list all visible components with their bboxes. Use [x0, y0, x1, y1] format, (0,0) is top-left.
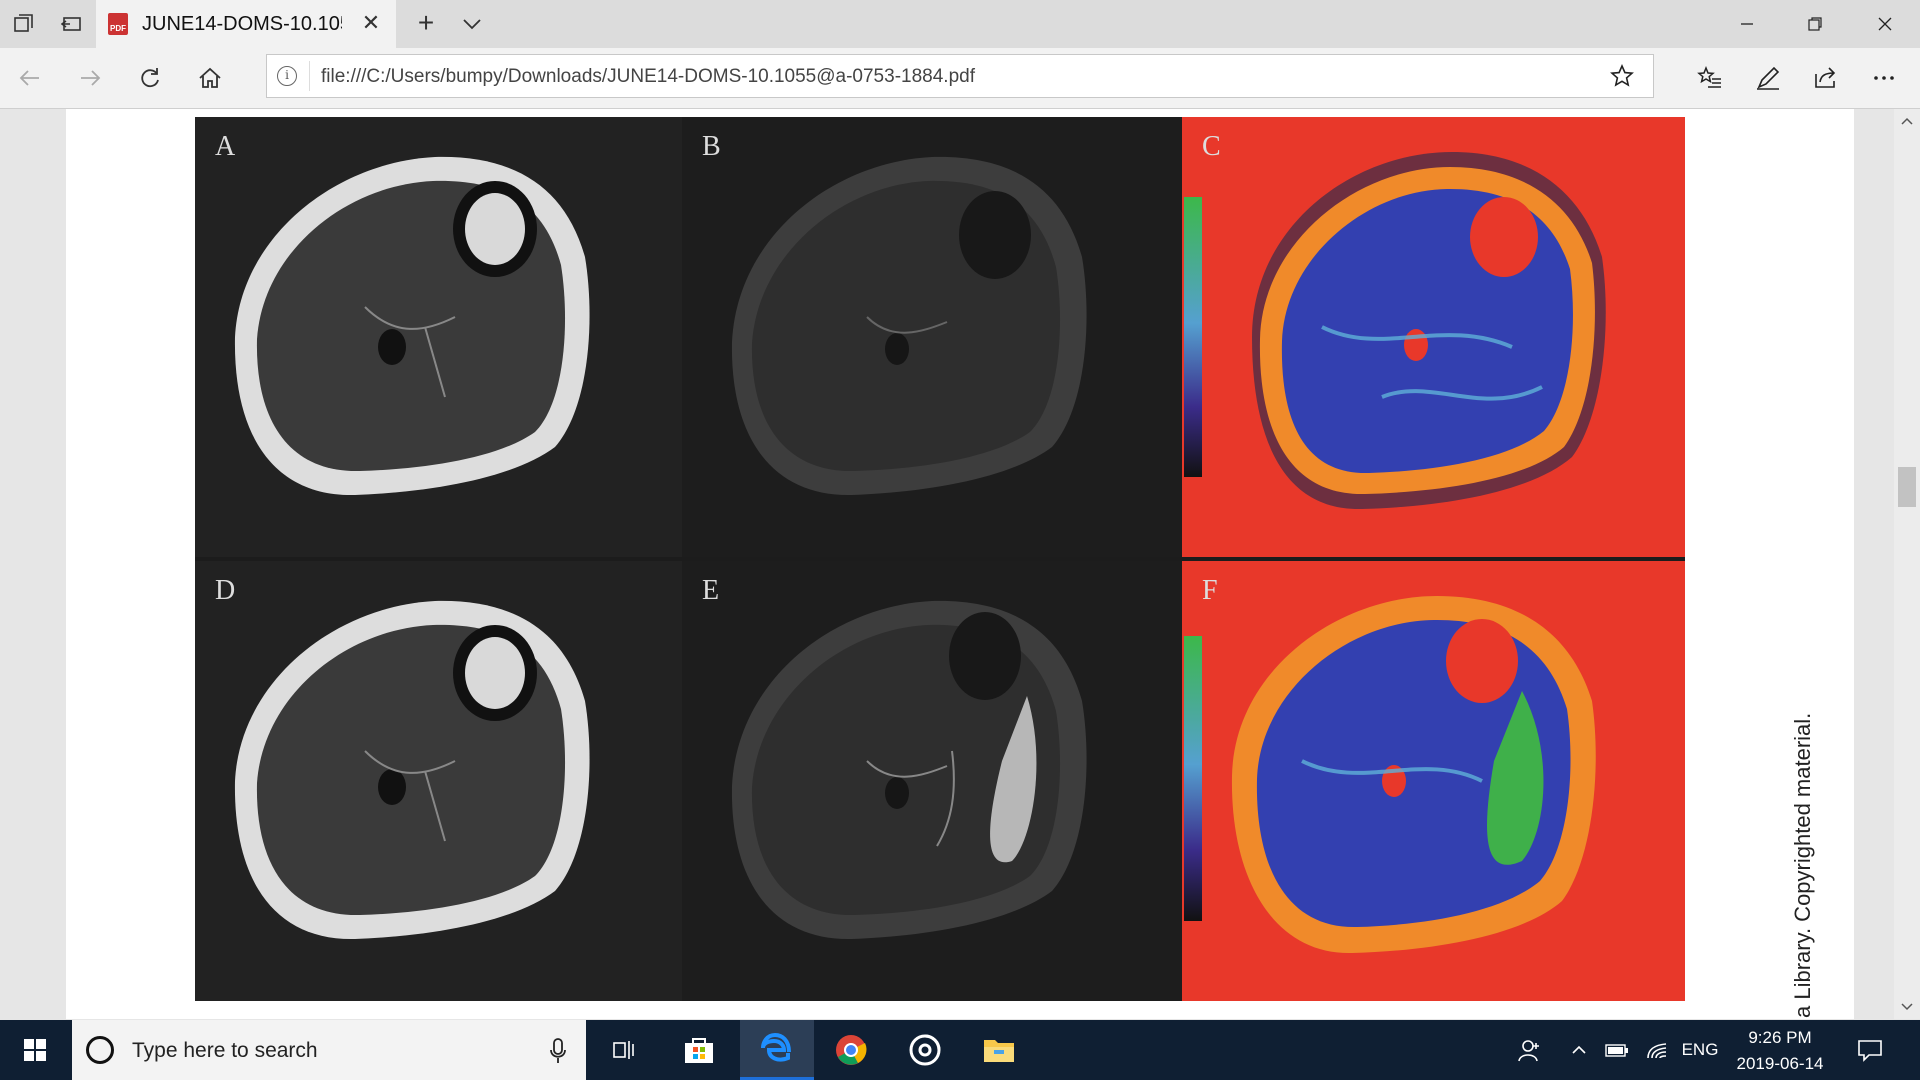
close-window-icon[interactable] — [1862, 8, 1908, 40]
people-icon[interactable] — [1510, 1020, 1550, 1080]
title-bar: PDF JUNE14-DOMS-10.1055 ✕ + — [0, 0, 1920, 48]
panel-f-image — [1184, 596, 1596, 954]
panel-f: F — [1182, 561, 1685, 1001]
panel-d: D — [195, 561, 682, 1001]
clock-date: 2019-06-14 — [1736, 1054, 1824, 1073]
store-icon[interactable] — [662, 1020, 736, 1080]
pen-icon[interactable] — [1752, 62, 1784, 94]
scroll-thumb[interactable] — [1898, 467, 1916, 507]
panel-e: E — [682, 561, 1182, 1001]
refresh-icon[interactable] — [134, 62, 166, 94]
vertical-scrollbar[interactable] — [1894, 109, 1920, 1019]
scroll-up-icon[interactable] — [1899, 115, 1915, 127]
clock[interactable]: 9:26 PM 2019-06-14 — [1712, 1020, 1848, 1080]
url-text[interactable]: file:///C:/Users/bumpy/Downloads/JUNE14-… — [321, 66, 975, 88]
battery-icon[interactable] — [1600, 1020, 1634, 1080]
panel-b-image — [731, 156, 1087, 496]
close-icon[interactable]: ✕ — [358, 10, 384, 36]
panel-e-image — [731, 600, 1087, 940]
minimize-icon[interactable] — [1724, 8, 1770, 40]
favorite-star-icon[interactable] — [1609, 63, 1635, 89]
panel-label: A — [215, 131, 236, 162]
notification-icon[interactable] — [1850, 1020, 1890, 1080]
media-icon[interactable] — [888, 1020, 962, 1080]
set-aside-tabs-icon[interactable] — [58, 10, 86, 38]
scroll-down-icon[interactable] — [1899, 1001, 1915, 1013]
back-icon[interactable] — [14, 62, 46, 94]
url-divider — [309, 61, 310, 91]
clock-time: 9:26 PM — [1748, 1028, 1812, 1047]
chrome-icon[interactable] — [814, 1020, 888, 1080]
microphone-icon[interactable] — [548, 1037, 568, 1065]
taskbar: Type here to search ENG 9:26 PM 2019-06-… — [0, 1020, 1920, 1080]
panel-label: D — [215, 575, 236, 606]
more-icon[interactable] — [1868, 62, 1900, 94]
tab-title: JUNE14-DOMS-10.1055 — [142, 13, 342, 35]
chevron-down-icon[interactable] — [458, 10, 486, 38]
panel-label: F — [1202, 575, 1218, 606]
search-icon — [86, 1036, 114, 1064]
pdf-icon: PDF — [108, 13, 128, 35]
home-icon[interactable] — [194, 62, 226, 94]
panel-b: B — [682, 117, 1182, 557]
panel-c-image — [1184, 152, 1606, 510]
address-bar[interactable]: i file:///C:/Users/bumpy/Downloads/JUNE1… — [266, 54, 1654, 98]
forward-icon[interactable] — [74, 62, 106, 94]
tab-active[interactable]: PDF JUNE14-DOMS-10.1055 ✕ — [96, 0, 396, 48]
taskbar-search-box[interactable]: Type here to search — [72, 1020, 586, 1080]
panel-label: C — [1202, 131, 1221, 162]
info-icon[interactable]: i — [277, 66, 297, 86]
panel-a: A — [195, 117, 682, 557]
file-explorer-icon[interactable] — [962, 1020, 1036, 1080]
favorites-icon[interactable] — [1694, 62, 1726, 94]
chevron-up-icon[interactable] — [1564, 1020, 1594, 1080]
panel-d-image — [234, 600, 590, 940]
mri-figure: A B C D E F — [195, 117, 1685, 1001]
panel-c: C — [1182, 117, 1685, 557]
panel-label: E — [702, 575, 720, 606]
edge-icon[interactable] — [740, 1020, 814, 1080]
windows-icon[interactable] — [0, 1020, 70, 1080]
task-view-icon[interactable] — [586, 1020, 660, 1080]
wifi-icon[interactable] — [1640, 1020, 1674, 1080]
share-icon[interactable] — [1810, 62, 1842, 94]
panel-a-image — [234, 156, 590, 496]
copyright-margin-text: a Library. Copyrighted material. — [1790, 712, 1815, 1018]
panel-label: B — [702, 131, 721, 162]
search-placeholder: Type here to search — [132, 1039, 318, 1062]
address-toolbar: i file:///C:/Users/bumpy/Downloads/JUNE1… — [0, 48, 1920, 109]
new-tab-icon[interactable]: + — [412, 9, 440, 38]
restore-icon[interactable] — [1792, 8, 1838, 40]
tab-actions-icon[interactable] — [10, 10, 38, 38]
